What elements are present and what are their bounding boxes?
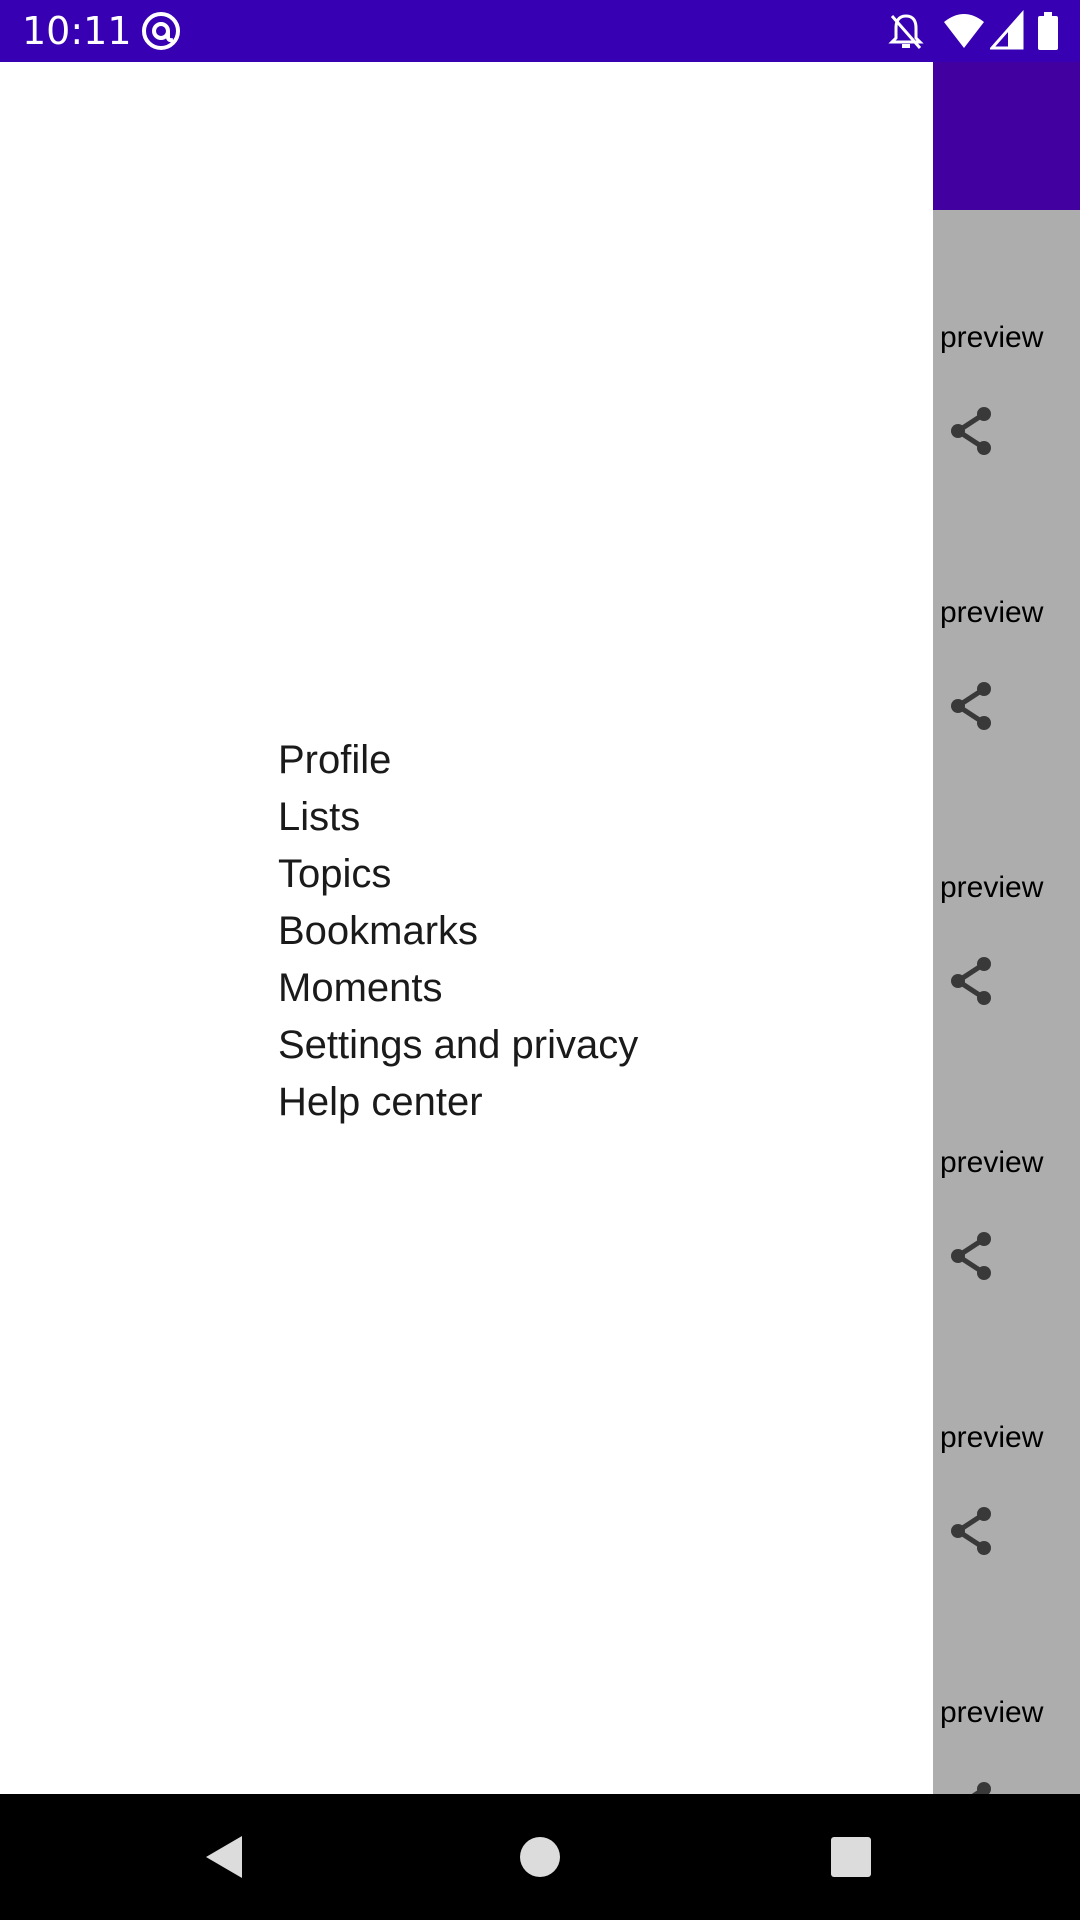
drawer-item-lists[interactable]: Lists bbox=[278, 789, 638, 846]
status-bar: 10:11 bbox=[0, 0, 1080, 62]
navigation-drawer: Profile Lists Topics Bookmarks Moments S… bbox=[0, 62, 933, 1794]
back-icon[interactable] bbox=[192, 1824, 258, 1890]
notifications-off-icon bbox=[888, 10, 924, 57]
drawer-item-moments[interactable]: Moments bbox=[278, 960, 638, 1017]
wifi-icon bbox=[942, 10, 986, 57]
home-icon[interactable] bbox=[507, 1824, 573, 1890]
battery-icon bbox=[1036, 10, 1060, 57]
drawer-item-help-center[interactable]: Help center bbox=[278, 1074, 638, 1131]
drawer-item-topics[interactable]: Topics bbox=[278, 846, 638, 903]
status-time: 10:11 bbox=[22, 9, 132, 53]
drawer-item-profile[interactable]: Profile bbox=[278, 732, 638, 789]
recents-icon[interactable] bbox=[818, 1824, 884, 1890]
drawer-item-settings-and-privacy[interactable]: Settings and privacy bbox=[278, 1017, 638, 1074]
drawer-menu: Profile Lists Topics Bookmarks Moments S… bbox=[278, 732, 638, 1131]
cell-signal-icon bbox=[988, 10, 1024, 57]
system-nav-bar bbox=[0, 1794, 1080, 1920]
drawer-item-bookmarks[interactable]: Bookmarks bbox=[278, 903, 638, 960]
at-sign-icon bbox=[140, 10, 182, 57]
